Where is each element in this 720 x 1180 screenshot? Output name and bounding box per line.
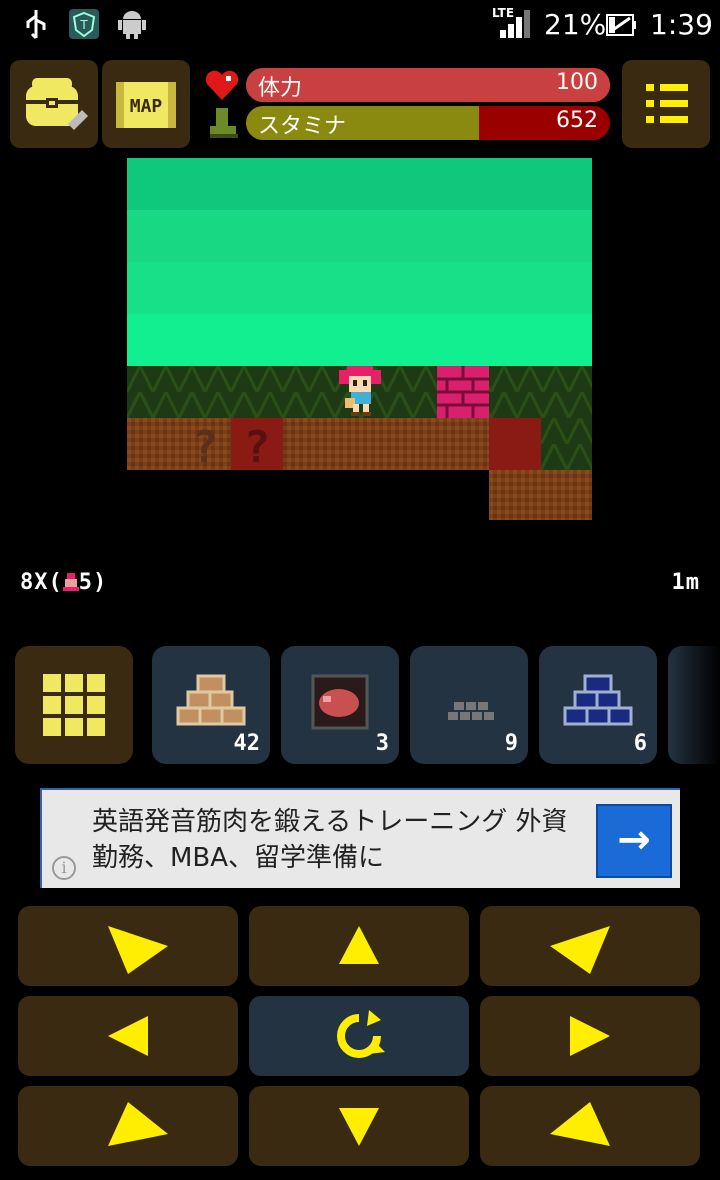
svg-text:?: ?: [192, 422, 219, 470]
sky-band: [127, 210, 592, 262]
highlight-block: [489, 418, 541, 470]
game-viewport[interactable]: ? ?: [127, 158, 592, 520]
menu-icon: [646, 84, 688, 123]
arrow-diagonal-icon: [108, 1102, 168, 1146]
battery-icon: [606, 14, 636, 40]
bag-button[interactable]: [10, 60, 98, 148]
move-down-left-button[interactable]: [480, 906, 700, 986]
move-up-button[interactable]: [249, 906, 469, 986]
clock: 1:39: [650, 8, 713, 41]
bag-icon: [26, 78, 88, 130]
inventory-grid-button[interactable]: [15, 646, 133, 764]
arrow-down-icon: [339, 1108, 379, 1146]
battery-percent: 21%: [544, 8, 607, 41]
item-count: 3: [375, 731, 389, 756]
item-count: 42: [233, 731, 261, 756]
svg-text:?: ?: [244, 422, 271, 470]
coordinate-text-start: 8X(: [20, 570, 63, 595]
sky-band: [127, 158, 592, 210]
shield-app-icon: T: [68, 8, 100, 44]
player-character: [335, 364, 387, 418]
move-up-right-button[interactable]: [18, 1086, 238, 1166]
info-icon[interactable]: i: [52, 856, 76, 880]
coordinate-text-end: 5): [78, 570, 108, 595]
hp-bar: 体力 100: [246, 68, 610, 102]
ad-text: 英語発音筋肉を鍛えるトレーニング 外資勤務、MBA、留学準備に: [92, 807, 568, 873]
hp-value: 100: [556, 70, 598, 95]
signal-icon: [498, 8, 532, 44]
arrow-up-icon: [339, 926, 379, 964]
stamina-label: スタミナ: [258, 114, 347, 139]
map-button[interactable]: MAP: [102, 60, 190, 148]
move-up-left-button[interactable]: [480, 1086, 700, 1166]
rotate-icon: [337, 1010, 385, 1058]
move-down-right-button[interactable]: [18, 906, 238, 986]
boot-icon: [204, 106, 240, 144]
sky-band: [127, 262, 592, 314]
arrow-diagonal-icon: [550, 1102, 610, 1146]
arrow-left-icon: [108, 1016, 148, 1056]
android-icon: [116, 8, 148, 44]
map-icon: MAP: [116, 82, 176, 128]
rotate-button[interactable]: [249, 996, 469, 1076]
item-count: 6: [633, 731, 647, 756]
coordinate-readout: 8X( 5): [20, 570, 107, 595]
menu-button[interactable]: [622, 60, 710, 148]
svg-text:T: T: [79, 18, 88, 32]
grid-icon: [43, 674, 105, 736]
dirt-block: [489, 470, 592, 520]
brick-block: [437, 366, 489, 418]
unknown-block-selected: ?: [231, 418, 283, 473]
inventory-slot-blue-blocks[interactable]: 6: [539, 646, 657, 764]
sky-band: [127, 314, 592, 366]
inventory-slot-brown-blocks[interactable]: 42: [152, 646, 270, 764]
grass-block: [541, 418, 592, 470]
unknown-block: ?: [179, 418, 231, 473]
move-down-button[interactable]: [249, 1086, 469, 1166]
move-right-button[interactable]: [480, 996, 700, 1076]
status-bar: T LTE 21% 1:39: [0, 0, 720, 50]
arrow-diagonal-icon: [550, 926, 610, 974]
hp-label: 体力: [258, 76, 303, 101]
stamina-bar: スタミナ 652: [246, 106, 610, 140]
stamina-value: 652: [556, 108, 598, 133]
heart-icon: [204, 68, 240, 106]
ad-arrow-icon[interactable]: →: [596, 804, 672, 878]
move-left-button[interactable]: [18, 996, 238, 1076]
player-mini-icon: [62, 572, 79, 591]
item-count: 9: [504, 731, 518, 756]
inventory-slot-gray-bricks[interactable]: 9: [410, 646, 528, 764]
arrow-diagonal-icon: [108, 926, 168, 974]
inventory-slot-partial[interactable]: [668, 646, 720, 764]
inventory-slot-meat[interactable]: 3: [281, 646, 399, 764]
ad-banner[interactable]: 英語発音筋肉を鍛えるトレーニング 外資勤務、MBA、留学準備に i →: [40, 788, 680, 888]
arrow-right-icon: [570, 1016, 610, 1056]
depth-readout: 1m: [671, 570, 700, 595]
map-label: MAP: [130, 96, 163, 117]
usb-icon: [24, 8, 48, 46]
